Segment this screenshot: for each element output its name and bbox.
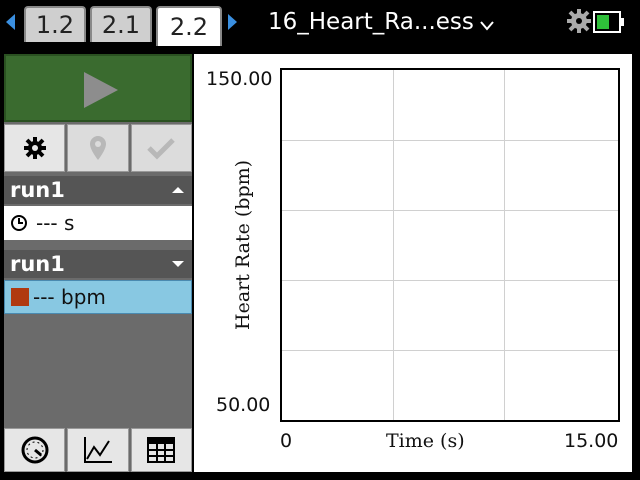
run-header-heart-rate[interactable]: run1 <box>4 250 192 278</box>
play-icon <box>84 72 118 108</box>
y-axis-max-label[interactable]: 150.00 <box>206 68 272 90</box>
gridline <box>282 140 618 141</box>
x-axis-title[interactable]: Time (s) <box>386 430 465 452</box>
table-view-button[interactable] <box>130 428 192 472</box>
gridline <box>392 70 394 420</box>
battery-icon <box>593 11 624 33</box>
series-color-swatch <box>11 288 29 306</box>
heart-rate-meter-row[interactable]: --- bpm <box>4 280 192 314</box>
keep-button[interactable] <box>130 124 192 172</box>
chevron-down-icon[interactable] <box>480 19 494 33</box>
gauge-icon <box>21 436 49 464</box>
gridline <box>282 210 618 211</box>
map-pin-icon <box>89 136 106 160</box>
run-name: run1 <box>10 178 65 202</box>
gridline <box>282 280 618 281</box>
start-collection-button[interactable] <box>4 54 192 122</box>
meter-view-button[interactable] <box>4 428 66 472</box>
checkmark-icon <box>147 138 176 160</box>
y-axis-min-label[interactable]: 50.00 <box>216 394 270 416</box>
run-name: run1 <box>10 252 65 276</box>
y-axis-title[interactable]: Heart Rate (bpm) <box>232 160 254 330</box>
previous-tab-arrow-icon[interactable] <box>6 14 15 30</box>
view-switcher <box>4 428 192 472</box>
table-icon <box>147 437 176 463</box>
meter-panel: run1 --- s run1 --- bpm <box>4 54 192 472</box>
gridline <box>503 70 505 420</box>
gridline <box>282 350 618 351</box>
mark-button[interactable] <box>67 124 129 172</box>
tab-2-1[interactable]: 2.1 <box>90 6 152 42</box>
heart-rate-meter-value: --- bpm <box>33 285 106 309</box>
tool-row <box>4 124 192 172</box>
chevron-up-icon <box>172 187 184 193</box>
time-meter-row[interactable]: --- s <box>4 206 192 240</box>
tab-2-2[interactable]: 2.2 <box>156 6 222 46</box>
x-axis-max-label[interactable]: 15.00 <box>564 430 618 452</box>
graph-panel[interactable]: 150.00 50.00 Heart Rate (bpm) 0 Time (s)… <box>194 54 632 472</box>
chevron-down-icon <box>172 261 184 267</box>
settings-button[interactable] <box>4 124 66 172</box>
graph-icon <box>83 437 112 463</box>
graph-view-button[interactable] <box>67 428 129 472</box>
x-axis-min-label[interactable]: 0 <box>280 430 292 452</box>
run-header-time[interactable]: run1 <box>4 176 192 204</box>
tab-1-2[interactable]: 1.2 <box>24 6 86 42</box>
plot-area[interactable] <box>280 68 620 422</box>
top-bar: 1.2 2.1 2.2 16_Heart_Ra...ess <box>0 0 640 46</box>
document-title[interactable]: 16_Heart_Ra...ess <box>268 9 474 35</box>
gear-icon <box>23 137 46 159</box>
clock-icon <box>11 215 27 231</box>
next-tab-arrow-icon[interactable] <box>228 14 237 30</box>
time-meter-value: --- s <box>36 211 75 235</box>
